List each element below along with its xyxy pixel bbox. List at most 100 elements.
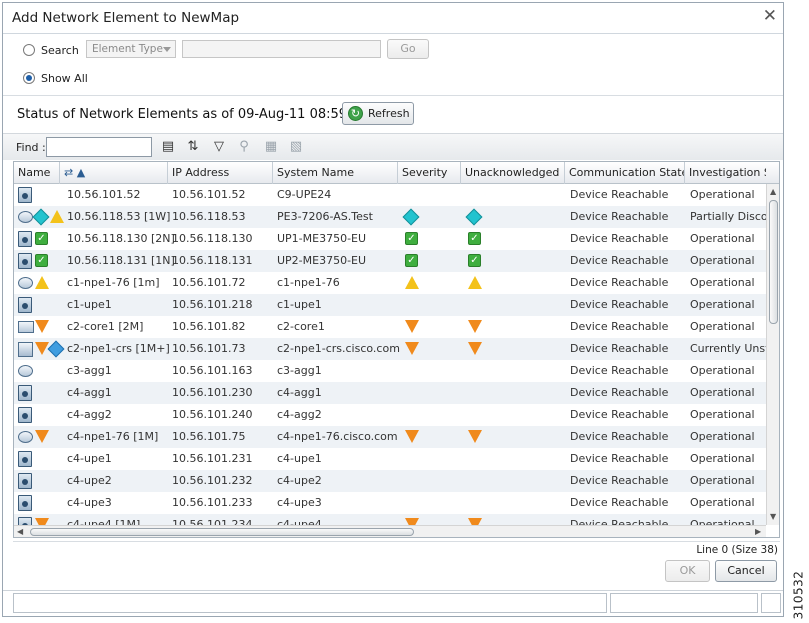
cell-system-name: c4-upe3 xyxy=(277,496,322,509)
cell-system-name: c1-npe1-76 xyxy=(277,276,340,289)
device-icon xyxy=(18,253,32,269)
add-network-element-dialog: Add Network Element to NewMap ✕ Search E… xyxy=(2,2,784,617)
table-row[interactable]: c4-npe1-76 [1M] 10.56.101.75 c4-npe1-76.ci… xyxy=(14,426,766,448)
cell-name: c4-upe3 xyxy=(67,496,112,509)
row-status-info-icon xyxy=(32,208,50,226)
ok-button[interactable]: OK xyxy=(665,560,710,582)
row-status-major-icon xyxy=(35,430,49,443)
dialog-title: Add Network Element to NewMap xyxy=(12,10,240,26)
cell-system-name: UP2-ME3750-EU xyxy=(277,254,367,267)
table-row[interactable]: c4-upe2 10.56.101.232 c4-upe2 Device Reacha… xyxy=(14,470,766,492)
cell-name: c2-core1 [2M] xyxy=(67,320,144,333)
cell-system-name: c4-agg2 xyxy=(277,408,322,421)
cell-investigation-state: Operational xyxy=(690,188,755,201)
table-row[interactable]: c4-agg2 10.56.101.240 c4-agg2 Device Reacha… xyxy=(14,404,766,426)
filter-icon[interactable]: ▽ xyxy=(210,138,228,156)
refresh-label: Refresh xyxy=(368,107,410,120)
close-icon[interactable]: ✕ xyxy=(763,7,777,25)
sort-icon[interactable]: ⇅ xyxy=(184,138,202,156)
cell-ip-address: 10.56.101.52 xyxy=(172,188,246,201)
find-label: Find : xyxy=(16,141,46,154)
scroll-left-icon[interactable]: ◀ xyxy=(17,527,23,537)
cell-name: c1-npe1-76 [1m] xyxy=(67,276,160,289)
status-text: Status of Network Elements as of 09-Aug-… xyxy=(17,107,348,122)
table-row[interactable]: c4-upe3 10.56.101.233 c4-upe3 Device Reacha… xyxy=(14,492,766,514)
cell-investigation-state: Operational xyxy=(690,386,755,399)
column-name[interactable]: Name xyxy=(14,162,60,184)
cell-system-name: PE3-7206-AS.Test xyxy=(277,210,373,223)
cancel-button[interactable]: Cancel xyxy=(715,560,777,582)
column-communication-state[interactable]: Communication State xyxy=(565,162,685,184)
cell-name: c4-agg1 xyxy=(67,386,112,399)
cell-name: 10.56.118.130 [2N] xyxy=(67,232,175,245)
column-severity[interactable]: Severity xyxy=(398,162,461,184)
scroll-up-icon[interactable]: ▲ xyxy=(770,187,776,197)
cell-ip-address: 10.56.101.75 xyxy=(172,430,246,443)
export-icon[interactable]: ▦ xyxy=(262,138,280,156)
vertical-scrollbar[interactable]: ▲ ▼ xyxy=(766,184,779,525)
column-investigation-state[interactable]: Investigation St xyxy=(685,162,766,184)
cell-communication-state: Device Reachable xyxy=(570,496,669,509)
column-name-sort[interactable]: ⇄ ▲ xyxy=(60,162,168,184)
cell-system-name: c4-agg1 xyxy=(277,386,322,399)
table-row[interactable]: c1-upe1 10.56.101.218 c1-upe1 Device Reacha… xyxy=(14,294,766,316)
router-icon xyxy=(18,277,33,289)
horizontal-scrollbar[interactable]: ◀ ▶ xyxy=(14,525,766,537)
unacknowledged-major-icon xyxy=(468,342,482,355)
column-unacknowledged[interactable]: Unacknowledged xyxy=(461,162,565,184)
router-icon xyxy=(18,431,33,443)
table-row[interactable]: ✓ 10.56.118.130 [2N] 10.56.118.130 UP1-ME37… xyxy=(14,228,766,250)
find-input[interactable] xyxy=(46,137,152,157)
network-elements-table: Name ⇄ ▲ IP Address System Name Severity… xyxy=(13,161,780,538)
table-row[interactable]: c3-agg1 10.56.101.163 c3-agg1 Device Reacha… xyxy=(14,360,766,382)
cell-ip-address: 10.56.101.218 xyxy=(172,298,253,311)
cell-system-name: c1-upe1 xyxy=(277,298,322,311)
print-icon[interactable]: ▧ xyxy=(287,138,305,156)
columns-icon[interactable]: ▤ xyxy=(159,138,177,156)
filter-clear-icon[interactable]: ⚲ xyxy=(235,138,253,156)
column-system-name[interactable]: System Name xyxy=(273,162,398,184)
switch-icon xyxy=(18,321,34,333)
scroll-down-icon[interactable]: ▼ xyxy=(770,512,776,522)
find-toolbar: Find : ▤ ⇅ ▽ ⚲ ▦ ▧ xyxy=(3,133,783,160)
table-row[interactable]: c2-npe1-crs [1M+] 10.56.101.73 c2-npe1-crs… xyxy=(14,338,779,360)
vertical-scroll-thumb[interactable] xyxy=(769,200,778,324)
cell-system-name: c2-npe1-crs.cisco.com xyxy=(277,342,400,355)
cell-communication-state: Device Reachable xyxy=(570,232,669,245)
element-type-select[interactable]: Element Type xyxy=(86,40,176,58)
table-row[interactable]: c2-core1 [2M] 10.56.101.82 c2-core1 Device … xyxy=(14,316,766,338)
cell-communication-state: Device Reachable xyxy=(570,364,669,377)
cell-communication-state: Device Reachable xyxy=(570,474,669,487)
table-row[interactable]: 10.56.101.52 10.56.101.52 C9-UPE24 Device R… xyxy=(14,184,766,206)
table-row[interactable]: c4-agg1 10.56.101.230 c4-agg1 Device Reacha… xyxy=(14,382,766,404)
cell-investigation-state: Operational xyxy=(690,232,755,245)
column-ip-address[interactable]: IP Address xyxy=(168,162,273,184)
cell-investigation-state: Operational xyxy=(690,430,755,443)
cell-name: 10.56.101.52 xyxy=(67,188,141,201)
cell-name: c4-npe1-76 [1M] xyxy=(67,430,159,443)
table-row[interactable]: c4-upe1 10.56.101.231 c4-upe1 Device Reacha… xyxy=(14,448,766,470)
cell-communication-state: Device Reachable xyxy=(570,254,669,267)
table-row[interactable]: 10.56.118.53 [1W] 10.56.118.53 PE3-7206-AS… xyxy=(14,206,779,228)
table-header: Name ⇄ ▲ IP Address System Name Severity… xyxy=(14,162,779,184)
show-all-radio[interactable] xyxy=(23,72,35,84)
table-row[interactable]: ✓ 10.56.118.131 [1N] 10.56.118.131 UP2-ME37… xyxy=(14,250,766,272)
search-input[interactable] xyxy=(182,40,381,58)
go-button[interactable]: Go xyxy=(387,39,429,59)
search-radio[interactable] xyxy=(23,44,35,56)
line-info: Line 0 (Size 38) xyxy=(696,544,778,556)
horizontal-scroll-thumb[interactable] xyxy=(30,528,414,536)
severity-cleared-icon: ✓ xyxy=(405,232,418,245)
cell-ip-address: 10.56.101.240 xyxy=(172,408,253,421)
scroll-right-icon[interactable]: ▶ xyxy=(755,527,761,537)
refresh-button[interactable]: ↻ Refresh xyxy=(342,102,414,125)
table-row[interactable]: c1-npe1-76 [1m] 10.56.101.72 c1-npe1-76 Dev… xyxy=(14,272,766,294)
row-status-warning-icon xyxy=(35,276,49,289)
cell-ip-address: 10.56.118.131 xyxy=(172,254,253,267)
unacknowledged-major-icon xyxy=(468,430,482,443)
cell-ip-address: 10.56.118.130 xyxy=(172,232,253,245)
cell-communication-state: Device Reachable xyxy=(570,430,669,443)
title-bar: Add Network Element to NewMap ✕ xyxy=(3,3,783,34)
cell-system-name: c4-upe2 xyxy=(277,474,322,487)
device-icon xyxy=(18,187,32,203)
